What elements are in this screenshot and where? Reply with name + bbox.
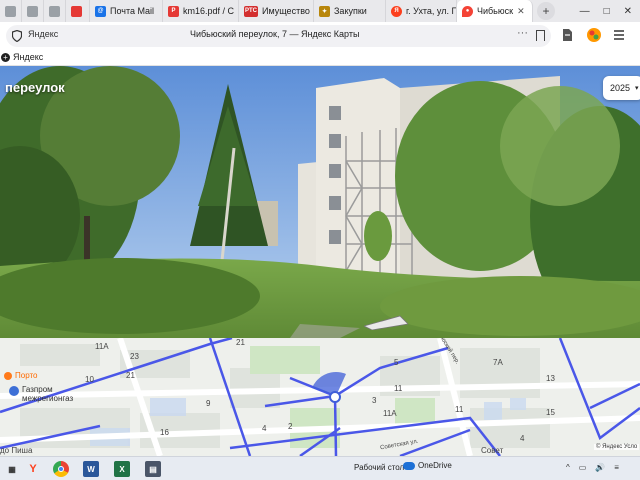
- street-label: Совет: [481, 446, 504, 455]
- word-icon[interactable]: W: [83, 461, 99, 477]
- maximize-button[interactable]: □: [604, 6, 610, 17]
- tab-1[interactable]: [0, 0, 22, 22]
- system-tray: ^ ▭ 🔊 ≡: [566, 463, 619, 472]
- house-number: 4: [262, 424, 267, 433]
- house-number: 5: [394, 358, 399, 367]
- bookmarks-bar: + Яндекс: [0, 50, 640, 66]
- tab-label: Закупки: [334, 6, 367, 16]
- tab-strip: @ Почта Mail Pkm16.pdf / С РТС Имущество ✦…: [0, 0, 640, 22]
- onedrive-label: OneDrive: [418, 461, 452, 470]
- house-number: 10: [85, 375, 94, 384]
- excel-icon[interactable]: X: [114, 461, 130, 477]
- window-controls: — □ ✕: [580, 0, 640, 22]
- house-number: 11А: [383, 409, 397, 418]
- house-number: 3: [372, 396, 377, 405]
- tab-2[interactable]: [22, 0, 44, 22]
- street-name-caption: переулок: [5, 80, 65, 95]
- tab-3[interactable]: [44, 0, 66, 22]
- house-number: 13: [546, 374, 555, 383]
- cloud-icon: [403, 461, 415, 470]
- navigation-arrow-icon[interactable]: [364, 314, 408, 330]
- map-copyright[interactable]: © Яндекс Усло: [594, 444, 640, 450]
- onedrive-toolbar[interactable]: OneDrive: [403, 461, 452, 470]
- more-icon[interactable]: ···: [517, 27, 528, 39]
- tab-active-map[interactable]: ● Чибьюск ✕: [457, 0, 533, 22]
- page-icon: [5, 5, 16, 17]
- tab-mail[interactable]: @ Почта Mail: [90, 0, 163, 22]
- house-number: 16: [160, 428, 169, 437]
- tab-pdf[interactable]: Pkm16.pdf / С: [163, 0, 239, 22]
- shield-icon[interactable]: [12, 30, 22, 42]
- year-selector[interactable]: 2025 ▾: [603, 76, 640, 100]
- mail-icon: @: [95, 5, 106, 17]
- street-label: до Пиша: [0, 446, 33, 455]
- chevron-down-icon: ▾: [635, 85, 639, 92]
- page-title: Чибьюский переулок, 7 — Яндекс Карты: [190, 29, 360, 39]
- tab-label: г. Ухта, ул. П: [406, 6, 457, 16]
- house-number: 21: [236, 338, 245, 347]
- bookmark-yandex[interactable]: Яндекс: [13, 52, 43, 62]
- page-icon: [71, 5, 82, 17]
- chevron-up-icon[interactable]: ^: [566, 463, 570, 472]
- address-bar: Яндекс Чибьюский переулок, 7 — Яндекс Ка…: [0, 22, 640, 50]
- yandex-bookmark-icon: +: [1, 53, 10, 62]
- street-panorama[interactable]: переулок 2025 ▾: [0, 66, 640, 338]
- rts-icon: РТС: [244, 5, 258, 17]
- house-number: 4: [520, 434, 525, 443]
- house-number: 15: [546, 408, 555, 417]
- tab-label: Чибьюск: [477, 6, 514, 16]
- house-number: 23: [130, 352, 139, 361]
- house-number: 7А: [493, 358, 503, 367]
- alice-icon[interactable]: [586, 27, 602, 43]
- map-canvas: [0, 338, 640, 456]
- display-icon[interactable]: ▭: [579, 463, 587, 472]
- tab-property[interactable]: РТС Имущество: [239, 0, 314, 22]
- house-number: 2: [288, 422, 293, 431]
- poi-icon: [4, 371, 12, 380]
- year-value: 2025: [610, 83, 631, 93]
- yandex-browser-icon[interactable]: Y: [25, 461, 41, 477]
- close-window-button[interactable]: ✕: [624, 6, 632, 17]
- tab-ukhta[interactable]: Яг. Ухта, ул. П: [386, 0, 457, 22]
- page-icon: [49, 5, 60, 17]
- page-icon: [27, 5, 38, 17]
- extension-icon[interactable]: [561, 28, 573, 42]
- tab-label: km16.pdf / С: [183, 6, 235, 16]
- menu-icon[interactable]: [612, 28, 626, 42]
- pdf-icon: P: [168, 5, 179, 17]
- poi-icon: [9, 386, 19, 396]
- bookmark-icon[interactable]: [536, 30, 545, 41]
- volume-icon[interactable]: 🔊: [595, 463, 605, 472]
- close-tab-icon[interactable]: ✕: [517, 6, 525, 17]
- house-number: 9: [206, 399, 211, 408]
- house-number: 11: [394, 384, 403, 393]
- tab-label: Почта Mail: [110, 6, 154, 16]
- new-tab-button[interactable]: +: [537, 2, 555, 20]
- house-number: 11: [455, 405, 464, 414]
- minimize-button[interactable]: —: [580, 6, 590, 17]
- yandex-icon: Я: [391, 5, 402, 17]
- poi-label: Порто: [15, 371, 38, 380]
- house-number: 21: [126, 371, 135, 380]
- calculator-icon[interactable]: ▤: [145, 461, 161, 477]
- tab-purchases[interactable]: ✦ Закупки: [314, 0, 386, 22]
- tab-label: Имущество: [262, 6, 310, 16]
- tab-4[interactable]: [66, 0, 90, 22]
- panorama-image: [0, 66, 640, 338]
- poi-gazprom[interactable]: Газпром межрегионгаз: [22, 385, 73, 403]
- taskbar: ▦ Y W X ▤ Рабочий стол OneDrive ^ ▭ 🔊 ≡: [0, 456, 640, 480]
- mini-map[interactable]: 11А 21 10 23 21 2 9 4 16 7А 11 13 15 11А…: [0, 338, 640, 456]
- poi-porto[interactable]: Порто: [4, 371, 38, 380]
- desktop-toolbar[interactable]: Рабочий стол: [354, 463, 404, 472]
- site-host: Яндекс: [28, 29, 59, 39]
- chrome-icon[interactable]: [53, 461, 69, 477]
- files-icon[interactable]: ▦: [4, 461, 20, 477]
- map-pin-icon: ●: [462, 5, 473, 17]
- house-number: 11А: [95, 342, 109, 351]
- emblem-icon: ✦: [319, 5, 330, 17]
- notifications-icon[interactable]: ≡: [614, 463, 619, 472]
